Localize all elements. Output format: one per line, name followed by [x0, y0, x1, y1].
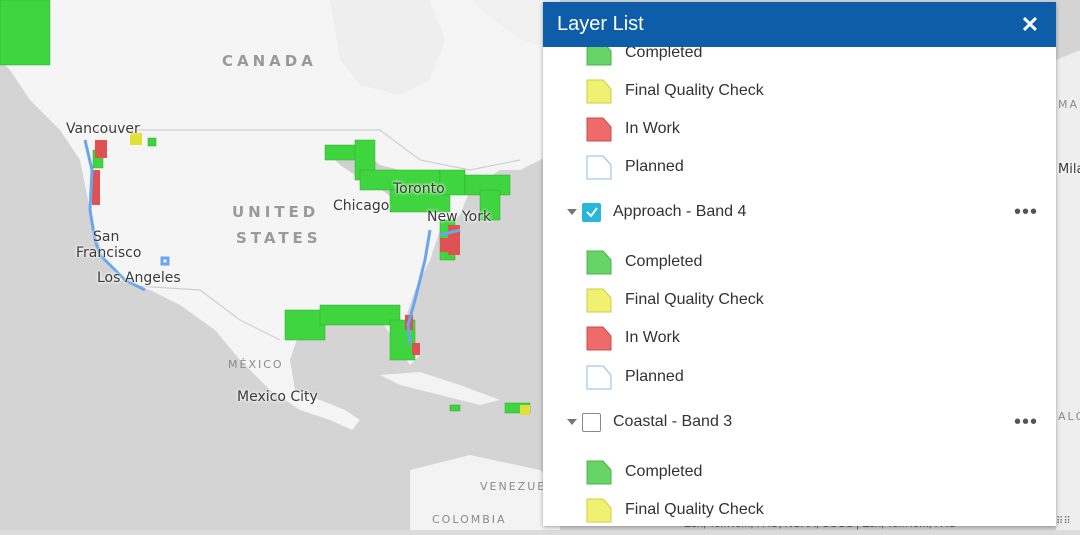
- close-icon[interactable]: ✕: [1018, 12, 1042, 38]
- legend-swatch-in-work-icon: [586, 326, 612, 351]
- map-label-mexico: MÉXICO: [228, 358, 284, 371]
- legend-swatch-final-quality-check-icon: [586, 288, 612, 313]
- map-label-edge-1: MAR: [1058, 98, 1080, 111]
- legend-item-final-quality-check: Final Quality Check: [585, 76, 764, 106]
- layer-row-approach-band-4[interactable]: Approach - Band 4 •••: [567, 198, 1038, 226]
- expand-caret-icon[interactable]: [567, 419, 577, 425]
- legend-item-completed: Completed: [585, 457, 702, 487]
- more-options-icon[interactable]: •••: [1014, 202, 1038, 222]
- layer-row-coastal-band-3[interactable]: Coastal - Band 3 •••: [567, 408, 1038, 436]
- legend-swatch-completed-icon: [586, 460, 612, 485]
- layer-name[interactable]: Approach - Band 4: [613, 203, 1014, 221]
- legend-swatch-completed-icon: [586, 250, 612, 275]
- legend-item-in-work: In Work: [585, 114, 680, 144]
- legend-label: Completed: [625, 47, 703, 61]
- map-label-mexico-city: Mexico City: [237, 389, 318, 405]
- map-label-new-york: New York: [427, 209, 492, 225]
- more-options-icon[interactable]: •••: [1014, 412, 1038, 432]
- legend-label: Completed: [625, 253, 703, 270]
- map-label-chicago: Chicago: [333, 198, 390, 214]
- land-europe-edge: [1056, 50, 1080, 530]
- legend-label: Final Quality Check: [625, 82, 764, 99]
- legend-label: Planned: [625, 158, 684, 175]
- map-label-venezuela: VENEZUE: [480, 480, 547, 493]
- legend-swatch-planned-icon: [586, 155, 612, 180]
- legend-item-completed: Completed: [585, 247, 702, 277]
- layer-list-panel: Layer List ✕ Completed Final Quality Che…: [543, 2, 1056, 526]
- legend-item-final-quality-check: Final Quality Check: [585, 285, 764, 315]
- legend-label: Planned: [625, 368, 684, 385]
- map-label-united: UNITED: [232, 203, 320, 221]
- layer-visibility-checkbox[interactable]: [582, 202, 601, 222]
- map-label-states: STATES: [236, 229, 322, 247]
- map-label-los-angeles: Los Angeles: [97, 270, 181, 286]
- legend-swatch-final-quality-check-icon: [586, 79, 612, 104]
- legend-item-planned: Planned: [585, 152, 684, 182]
- legend-item-in-work: In Work: [585, 323, 680, 353]
- legend-label: In Work: [625, 120, 680, 137]
- legend-item-completed: Completed: [585, 47, 702, 68]
- map-label-edge-3: ALGE: [1058, 410, 1080, 423]
- legend-label: Completed: [625, 463, 703, 480]
- legend-swatch-completed-icon: [586, 47, 612, 66]
- map-label-canada: CANADA: [222, 52, 317, 70]
- resize-grip-icon[interactable]: ⠿⠿: [1056, 516, 1074, 527]
- legend-item-final-quality-check: Final Quality Check: [585, 495, 764, 525]
- layer-name[interactable]: Coastal - Band 3: [613, 413, 1014, 431]
- panel-header: Layer List ✕: [543, 2, 1056, 47]
- map-label-toronto: Toronto: [393, 181, 445, 197]
- legend-item-planned: Planned: [585, 362, 684, 392]
- legend-swatch-planned-icon: [586, 365, 612, 390]
- expand-caret-icon[interactable]: [567, 209, 577, 215]
- legend-label: Final Quality Check: [625, 501, 764, 518]
- map-label-francisco: Francisco: [76, 245, 142, 261]
- layer-visibility-checkbox[interactable]: [582, 412, 601, 432]
- layer-list-body[interactable]: Completed Final Quality Check In Work Pl…: [543, 47, 1056, 526]
- map-label-edge-2: Milan: [1058, 162, 1080, 177]
- panel-title: Layer List: [557, 13, 644, 35]
- map-label-vancouver: Vancouver: [66, 121, 140, 137]
- checkmark-icon: [585, 207, 598, 218]
- map-label-colombia: COLOMBIA: [432, 513, 507, 526]
- map-label-san: San: [93, 229, 120, 245]
- legend-swatch-in-work-icon: [586, 117, 612, 142]
- legend-label: In Work: [625, 329, 680, 346]
- legend-swatch-final-quality-check-icon: [586, 498, 612, 523]
- legend-label: Final Quality Check: [625, 291, 764, 308]
